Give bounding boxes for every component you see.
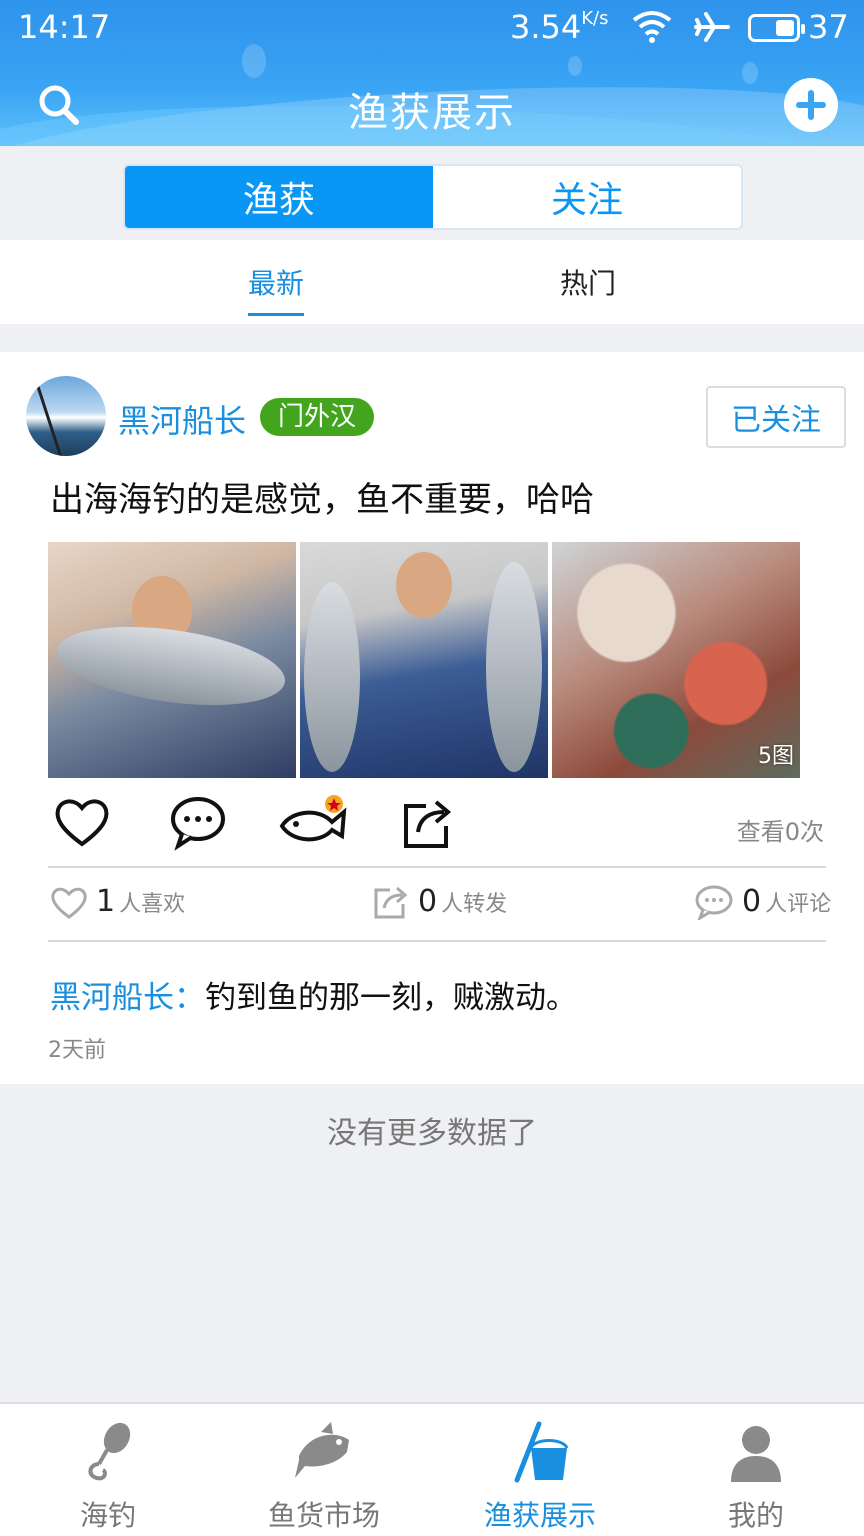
nav-label: 渔获展示 — [483, 1499, 596, 1532]
fish-reward-icon[interactable] — [276, 792, 348, 852]
post-photo[interactable]: 5图 — [552, 542, 800, 778]
comments-label: 人评论 — [765, 892, 832, 917]
sort-tab-latest[interactable]: 最新 — [248, 262, 305, 316]
comments-count: 0 — [742, 884, 762, 919]
nav-label: 海钓 — [79, 1499, 136, 1532]
app-header: 14:17 3.54K/s 37 渔获展示 — [0, 0, 864, 146]
nav-item-mine[interactable]: 我的 — [648, 1404, 864, 1536]
comment-outline-icon — [695, 885, 733, 920]
follow-button[interactable]: 已关注 — [706, 386, 846, 448]
action-row: 查看0次 — [0, 792, 864, 862]
status-time: 14:17 — [18, 8, 111, 46]
likes-count: 1 — [96, 884, 116, 919]
fishing-hook-icon — [88, 1422, 131, 1481]
segment-bar: 渔获 关注 — [0, 146, 864, 240]
segment-tab-following[interactable]: 关注 — [433, 166, 741, 228]
stats-row: 1 人喜欢 0 人转发 0 人评论 — [0, 884, 864, 928]
post-photo[interactable] — [48, 542, 296, 778]
sort-tab-hot[interactable]: 热门 — [560, 262, 616, 302]
segment-control: 渔获 关注 — [123, 164, 743, 230]
shares-count: 0 — [418, 884, 438, 919]
nav-item-fish-market[interactable]: 鱼货市场 — [216, 1404, 432, 1536]
catch-bucket-icon — [514, 1421, 569, 1483]
post-text: 出海海钓的是感觉，鱼不重要，哈哈 — [50, 480, 594, 520]
shares-stat[interactable]: 0 人转发 — [372, 884, 507, 920]
network-speed-value: 3.54 — [510, 8, 582, 46]
divider — [48, 866, 826, 868]
status-bar: 14:17 3.54K/s 37 — [0, 0, 864, 56]
nav-label: 鱼货市场 — [267, 1499, 380, 1532]
airplane-icon — [694, 12, 730, 42]
network-speed: 3.54K/s — [510, 8, 609, 46]
heart-outline-icon — [51, 887, 87, 919]
level-badge: 门外汉 — [260, 398, 375, 436]
heart-icon[interactable] — [52, 792, 112, 852]
post-photo[interactable] — [300, 542, 548, 778]
nav-label: 我的 — [727, 1499, 784, 1532]
comment-text: 钓到鱼的那一刻，贼激动。 — [205, 980, 577, 1016]
battery-icon — [748, 14, 805, 42]
view-count: 查看0次 — [736, 818, 824, 846]
comment-icon[interactable] — [168, 792, 228, 852]
post-time: 2天前 — [48, 1038, 106, 1063]
bottom-nav: 海钓 鱼货市场 渔获展示 我的 — [0, 1402, 864, 1536]
shares-label: 人转发 — [441, 892, 508, 917]
photo-count-tag: 5图 — [758, 744, 794, 769]
page-title: 渔获展示 — [348, 90, 516, 136]
sort-tabs: 最新 热门 — [0, 240, 864, 324]
comment-item: 黑河船长：钓到鱼的那一刻，贼激动。 — [50, 972, 577, 1017]
likes-label: 人喜欢 — [119, 892, 186, 917]
divider — [48, 940, 826, 942]
segment-tab-catch[interactable]: 渔获 — [125, 166, 433, 228]
post-username[interactable]: 黑河船长 — [118, 396, 246, 442]
fish-market-icon — [295, 1422, 349, 1478]
post-card: 黑河船长 门外汉 已关注 出海海钓的是感觉，鱼不重要，哈哈 5图 查看0次 1 … — [0, 352, 864, 1084]
add-circle-icon[interactable] — [784, 78, 838, 132]
network-speed-unit: K/s — [581, 8, 609, 29]
comment-author[interactable]: 黑河船长： — [50, 980, 205, 1016]
avatar[interactable] — [26, 376, 106, 456]
share-icon[interactable] — [398, 792, 458, 852]
decor-bubble — [568, 56, 582, 76]
user-icon — [731, 1426, 781, 1482]
wifi-icon — [632, 11, 672, 43]
nav-item-catch-show[interactable]: 渔获展示 — [432, 1404, 648, 1536]
likes-stat[interactable]: 1 人喜欢 — [50, 884, 185, 920]
nav-item-fishing[interactable]: 海钓 — [0, 1404, 216, 1536]
no-more-data-text: 没有更多数据了 — [327, 1116, 537, 1151]
comments-stat[interactable]: 0 人评论 — [694, 884, 831, 920]
battery-level: 37 — [808, 8, 849, 46]
share-outline-icon — [374, 886, 408, 919]
